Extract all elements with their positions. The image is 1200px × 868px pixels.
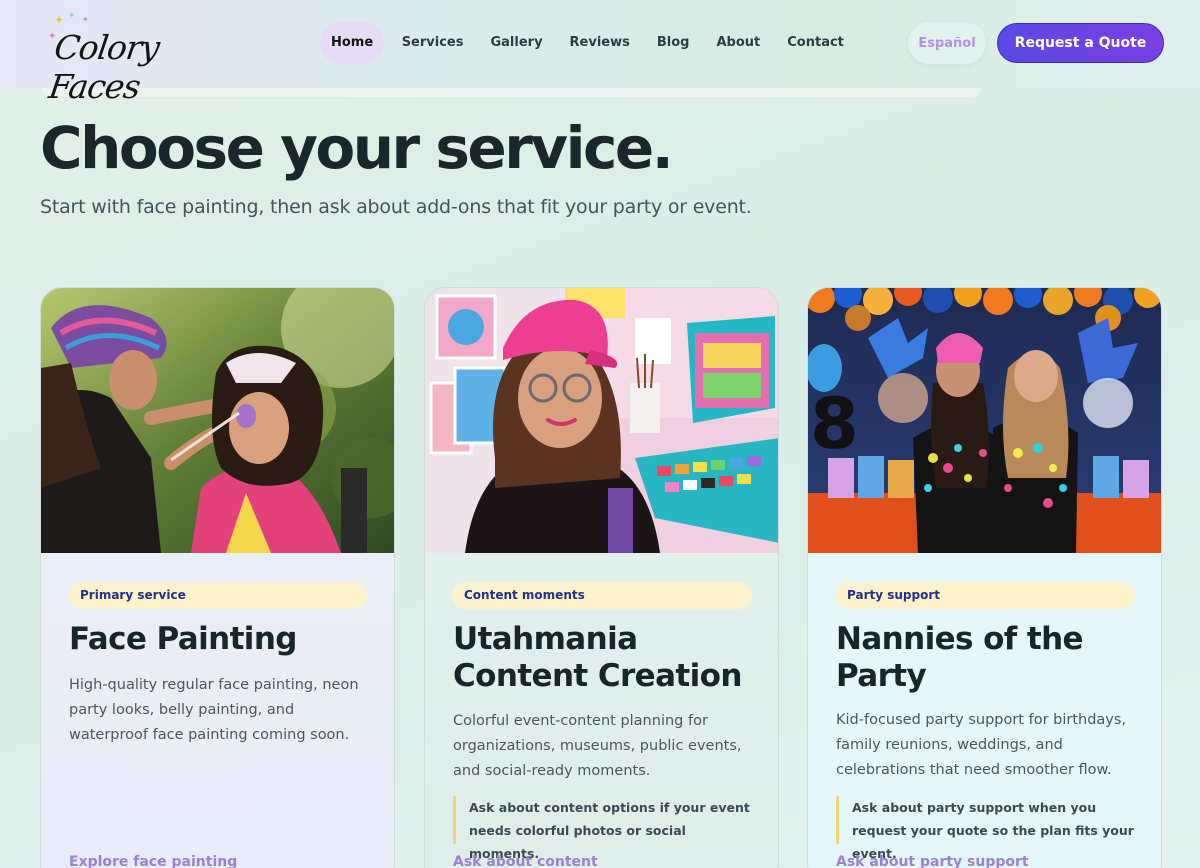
nav-reviews[interactable]: Reviews — [556, 22, 643, 64]
service-badge: Primary service — [68, 582, 368, 609]
nav-blog[interactable]: Blog — [643, 22, 703, 64]
service-note: Ask about party support when you request… — [836, 796, 1136, 861]
content-creation-photo — [425, 288, 778, 553]
page-title: Choose your service. — [40, 114, 674, 182]
service-description: High-quality regular face painting, neon… — [69, 677, 359, 743]
party-nannies-photo: 8 — [808, 288, 1161, 553]
service-title: Nannies of the Party — [836, 621, 1084, 694]
service-card-face-painting: Primary service Face Painting High-quali… — [40, 287, 395, 868]
ask-about-party-support-link[interactable]: Ask about party support — [836, 854, 1029, 868]
service-title: Utahmania Content Creation — [453, 621, 742, 694]
service-title: Face Painting — [69, 621, 297, 657]
sparkle-icon: ✦ — [54, 13, 65, 27]
svg-text:8: 8 — [810, 383, 859, 465]
service-badge: Content moments — [452, 582, 752, 609]
nav-home[interactable]: Home — [320, 22, 385, 64]
sparkle-icon: ✦ — [82, 15, 89, 24]
page-subtitle: Start with face painting, then ask about… — [40, 196, 752, 218]
service-description: Colorful event-content planning for orga… — [453, 713, 742, 779]
nav-services[interactable]: Services — [388, 22, 477, 64]
service-note: Ask about content options if your event … — [453, 796, 753, 861]
main-nav: Home Services Gallery Reviews Blog About… — [320, 22, 857, 64]
explore-face-painting-link[interactable]: Explore face painting — [69, 854, 237, 868]
site-logo[interactable]: ✦ ✦ ✦ ✦ Colory Faces — [46, 11, 221, 107]
nav-about[interactable]: About — [703, 22, 774, 64]
service-card-content-creation: Content moments Utahmania Content Creati… — [424, 287, 779, 868]
request-quote-button[interactable]: Request a Quote — [997, 23, 1164, 63]
nav-gallery[interactable]: Gallery — [477, 22, 556, 64]
service-description: Kid-focused party support for birthdays,… — [836, 712, 1127, 778]
site-header: ✦ ✦ ✦ ✦ Colory Faces Home Services Galle… — [0, 0, 1200, 107]
ask-about-content-link[interactable]: Ask about content — [453, 854, 598, 868]
service-badge: Party support — [835, 582, 1135, 609]
language-toggle-button[interactable]: Español — [908, 22, 986, 64]
face-painting-photo — [41, 288, 394, 553]
nav-contact[interactable]: Contact — [774, 22, 858, 64]
service-card-party-nannies: 8 Party support Nannies of the Party Kid… — [807, 287, 1162, 868]
logo-text: Colory Faces — [46, 28, 162, 106]
sparkle-icon: ✦ — [68, 11, 76, 21]
